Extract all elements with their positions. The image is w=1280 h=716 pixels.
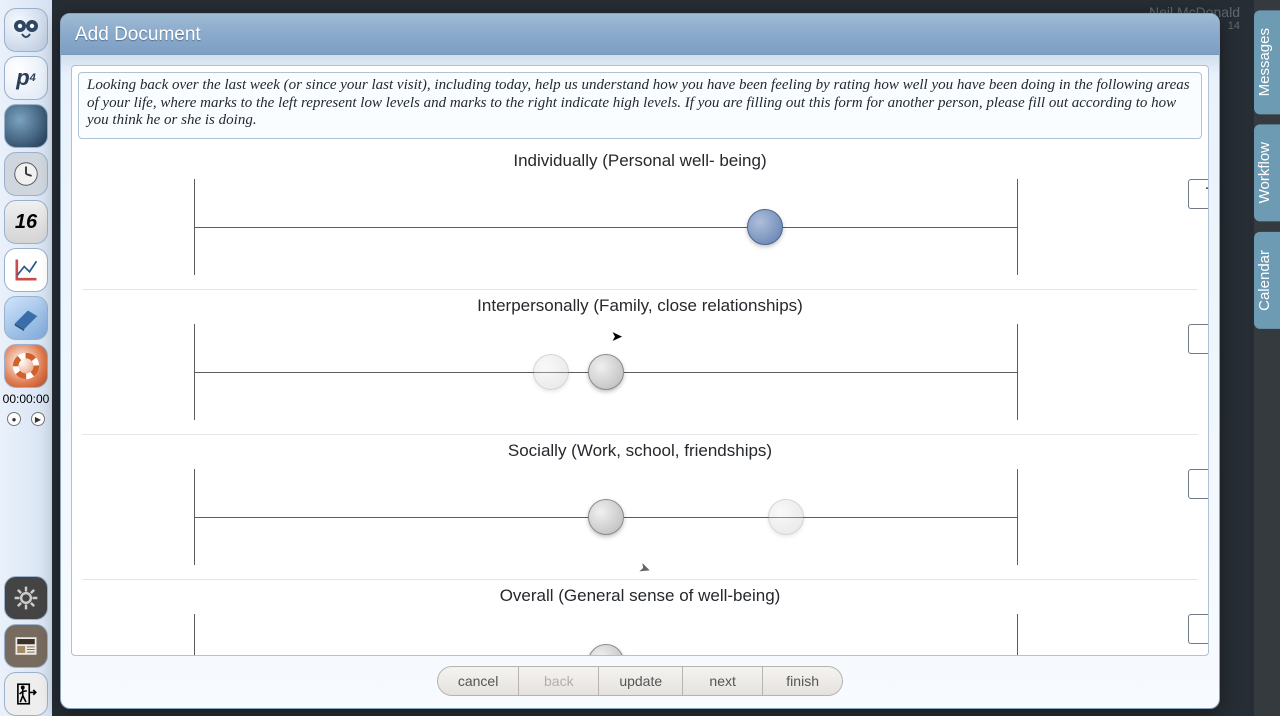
instructions-text: Looking back over the last week (or sinc… [78, 72, 1202, 139]
slider-label: Socially (Work, school, friendships) [82, 441, 1198, 461]
clock-svg [11, 159, 41, 189]
add-document-dialog: Add Document Looking back over the last … [60, 13, 1220, 709]
next-button[interactable]: next [683, 666, 763, 696]
timer-record-button[interactable]: ● [7, 412, 21, 426]
exit-svg [13, 681, 39, 707]
dialog-body: Looking back over the last week (or sinc… [71, 65, 1209, 656]
slider-ghost-knob [768, 499, 804, 535]
news-icon[interactable] [4, 624, 48, 668]
button-bar: cancel back update next finish [61, 656, 1219, 708]
book-icon[interactable] [4, 296, 48, 340]
tab-messages[interactable]: Messages [1254, 10, 1280, 114]
slider-row: Socially (Work, school, friendships) -- [82, 434, 1198, 579]
slider-value-display: 7.0 [1188, 179, 1208, 209]
slider-row: Interpersonally (Family, close relations… [82, 289, 1198, 434]
gear-icon[interactable] [4, 576, 48, 620]
timer-play-button[interactable]: ▶ [31, 412, 45, 426]
slider-knob[interactable] [747, 209, 783, 245]
slider-knob[interactable] [588, 499, 624, 535]
update-button[interactable]: update [599, 666, 683, 696]
slider-label: Individually (Personal well- being) [82, 151, 1198, 171]
left-toolbar: p4 16 [0, 0, 52, 716]
finish-button[interactable]: finish [763, 666, 843, 696]
owl-logo-icon[interactable] [4, 8, 48, 52]
slider[interactable]: -- [82, 324, 1198, 420]
slider-value-display: -- [1188, 324, 1208, 354]
dialog-title: Add Document [61, 14, 1219, 55]
slider[interactable]: 7.0 [82, 179, 1198, 275]
chart-svg [12, 256, 40, 284]
tab-calendar[interactable]: Calendar [1254, 232, 1280, 329]
book-svg [11, 303, 41, 333]
slider-knob[interactable] [588, 354, 624, 390]
calendar-day-label: 16 [15, 211, 37, 234]
timer-display: 00:00:00 [0, 388, 52, 406]
slider-track [194, 324, 1018, 420]
news-svg [12, 632, 40, 660]
slider-ghost-knob [533, 354, 569, 390]
lifesaver-svg [11, 351, 41, 381]
owl-svg [10, 14, 42, 46]
slider-track [194, 614, 1018, 655]
globe-icon[interactable] [4, 104, 48, 148]
chart-icon[interactable] [4, 248, 48, 292]
slider-row: Overall (General sense of well-being) -- [82, 579, 1198, 655]
timer-controls: ● ▶ [7, 406, 45, 434]
p4-sup: 4 [30, 72, 36, 84]
slider-track [194, 179, 1018, 275]
back-button: back [519, 666, 599, 696]
cancel-button[interactable]: cancel [437, 666, 519, 696]
slider-value-display: -- [1188, 614, 1208, 644]
slider-label: Overall (General sense of well-being) [82, 586, 1198, 606]
slider[interactable]: -- [82, 614, 1198, 655]
slider[interactable]: -- [82, 469, 1198, 565]
clock-icon[interactable] [4, 152, 48, 196]
lifesaver-icon[interactable] [4, 344, 48, 388]
slider-track [194, 469, 1018, 565]
calendar-day-icon[interactable]: 16 [4, 200, 48, 244]
slider-value-display: -- [1188, 469, 1208, 499]
gear-svg [13, 585, 39, 611]
right-tabs: Messages Workflow Calendar [1254, 0, 1280, 716]
p4-icon[interactable]: p4 [4, 56, 48, 100]
tab-workflow[interactable]: Workflow [1254, 124, 1280, 221]
exit-icon[interactable] [4, 672, 48, 716]
slider-knob[interactable] [588, 644, 624, 655]
slider-row: Individually (Personal well- being) 7.0 [82, 145, 1198, 289]
slider-label: Interpersonally (Family, close relations… [82, 296, 1198, 316]
sliders-container: Individually (Personal well- being)7.0In… [72, 145, 1208, 655]
p4-label: p [16, 65, 29, 91]
